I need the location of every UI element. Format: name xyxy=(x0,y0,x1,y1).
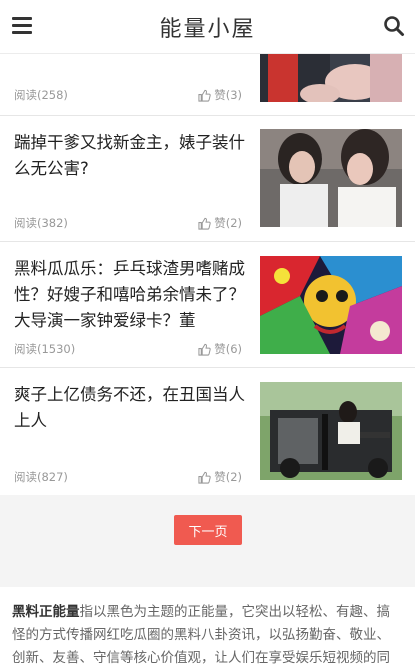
page-title: 能量小屋 xyxy=(159,16,256,42)
article-title[interactable]: 踹掉干爹又找新金主，婊子装什么无公害? xyxy=(14,130,248,186)
brand-name: 黑料正能量 xyxy=(12,604,80,620)
next-page-button[interactable]: 下一页 xyxy=(174,515,242,545)
like-button[interactable]: 赞(2) xyxy=(198,469,242,485)
article-thumbnail[interactable] xyxy=(260,256,402,354)
hamburger-menu-icon[interactable] xyxy=(12,17,32,37)
article-list: 阅读(258) 赞(3) 踹掉干爹又找新金主，婊子装什么无公害? 阅读(382) xyxy=(0,52,415,495)
article-thumbnail[interactable] xyxy=(260,52,402,102)
article-meta: 阅读(258) 赞(3) xyxy=(14,87,242,103)
read-count: 阅读(258) xyxy=(14,88,68,102)
top-bar: 能量小屋 xyxy=(0,0,415,54)
thumbs-up-icon xyxy=(198,89,211,102)
article-thumbnail[interactable] xyxy=(260,382,402,480)
like-button[interactable]: 赞(2) xyxy=(198,215,242,231)
list-item[interactable]: 爽子上亿债务不还，在丑国当人上人 阅读(827) 赞(2) xyxy=(0,368,415,495)
article-meta: 阅读(827) 赞(2) xyxy=(14,469,242,485)
like-count: 赞(2) xyxy=(214,216,242,230)
article-meta: 阅读(1530) 赞(6) xyxy=(14,341,242,357)
site-description: 黑料正能量指以黑色为主题的正能量，它突出以轻松、有趣、搞怪的方式传播网红吃瓜圈的… xyxy=(0,587,415,664)
article-title[interactable]: 黑料瓜瓜乐：乒乓球渣男嗜赌成性？好嫂子和嘻哈弟余情未了？大导演一家钟爱绿卡？董 xyxy=(14,256,248,336)
like-count: 赞(6) xyxy=(214,342,242,356)
like-button[interactable]: 赞(6) xyxy=(198,341,242,357)
read-count: 阅读(1530) xyxy=(14,342,76,356)
article-meta: 阅读(382) 赞(2) xyxy=(14,215,242,231)
thumbs-up-icon xyxy=(198,217,211,230)
thumbs-up-icon xyxy=(198,343,211,356)
like-button[interactable]: 赞(3) xyxy=(198,87,242,103)
list-item[interactable]: 黑料瓜瓜乐：乒乓球渣男嗜赌成性？好嫂子和嘻哈弟余情未了？大导演一家钟爱绿卡？董 … xyxy=(0,242,415,368)
list-item[interactable]: 阅读(258) 赞(3) xyxy=(0,52,415,116)
like-count: 赞(2) xyxy=(214,470,242,484)
pagination: 下一页 xyxy=(0,495,415,587)
read-count: 阅读(382) xyxy=(14,216,68,230)
article-title[interactable]: 爽子上亿债务不还，在丑国当人上人 xyxy=(14,382,248,438)
read-count: 阅读(827) xyxy=(14,470,68,484)
like-count: 赞(3) xyxy=(214,88,242,102)
search-icon[interactable] xyxy=(383,15,405,37)
article-thumbnail[interactable] xyxy=(260,129,402,227)
list-item[interactable]: 踹掉干爹又找新金主，婊子装什么无公害? 阅读(382) 赞(2) xyxy=(0,116,415,242)
thumbs-up-icon xyxy=(198,471,211,484)
